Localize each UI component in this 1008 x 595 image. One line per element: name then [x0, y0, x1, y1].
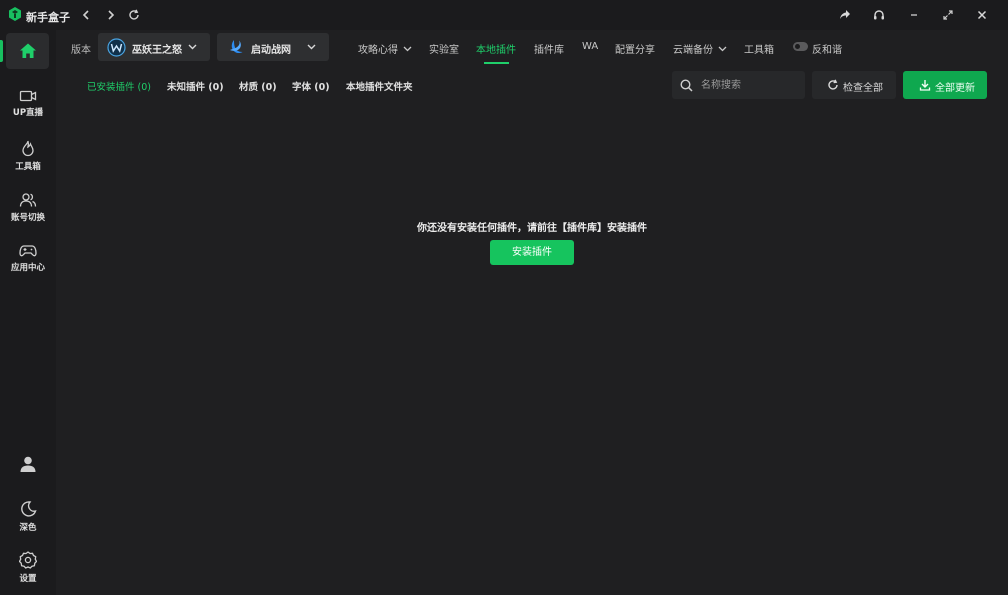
chevron-down-icon	[188, 44, 197, 50]
nav-anti-harmony[interactable]: 反和谐	[812, 41, 842, 56]
launcher-value: 启动战网	[251, 45, 291, 56]
gear-icon	[19, 551, 37, 569]
search-icon	[680, 79, 693, 92]
nav-lab[interactable]: 实验室	[429, 41, 459, 56]
moon-icon	[21, 501, 37, 517]
wow-logo-icon	[107, 38, 126, 57]
check-all-button[interactable]: 检查全部	[812, 71, 896, 99]
chevron-down-icon	[403, 46, 412, 52]
game-version-value: 巫妖王之怒	[132, 45, 182, 56]
search-input[interactable]	[701, 78, 796, 92]
sidebar-item-toolbox[interactable]: 工具箱	[0, 140, 56, 180]
flame-icon	[22, 140, 34, 157]
home-icon	[20, 43, 36, 58]
download-icon	[919, 80, 931, 91]
check-all-label: 检查全部	[843, 83, 883, 94]
users-icon	[19, 193, 37, 207]
subtab-fonts[interactable]: 字体 (0)	[292, 79, 330, 93]
minimize-icon	[911, 14, 917, 16]
app-title: 新手盒子	[26, 11, 70, 24]
support-button[interactable]	[871, 7, 887, 23]
sidebar: UP直播 工具箱 账号切换 应用中心 深色 设置	[0, 30, 56, 595]
sidebar-item-label: 工具箱	[15, 162, 41, 172]
search-box	[672, 71, 805, 99]
maximize-button[interactable]	[940, 7, 956, 23]
nav-plugin-library[interactable]: 插件库	[534, 41, 564, 56]
nav-cloud-backup[interactable]: 云端备份	[673, 41, 727, 56]
refresh-button[interactable]	[126, 7, 142, 23]
close-button[interactable]	[974, 7, 990, 23]
subtab-local-folder[interactable]: 本地插件文件夹	[346, 79, 413, 93]
user-icon	[20, 456, 36, 472]
back-button[interactable]	[78, 7, 94, 23]
title-bar: 新手盒子	[0, 0, 1008, 30]
version-label: 版本	[71, 45, 91, 56]
update-all-label: 全部更新	[935, 83, 975, 94]
sidebar-settings-button[interactable]: 设置	[0, 551, 56, 591]
nav-toolbox[interactable]: 工具箱	[744, 41, 774, 56]
battlenet-icon	[230, 40, 243, 54]
empty-state-message: 你还没有安装任何插件，请前往【插件库】安装插件	[417, 223, 647, 234]
sidebar-item-label: UP直播	[12, 108, 44, 118]
sidebar-item-label: 设置	[19, 574, 37, 584]
game-version-select[interactable]: 巫妖王之怒	[98, 33, 210, 61]
forward-button[interactable]	[103, 7, 119, 23]
expand-icon	[943, 10, 953, 20]
sidebar-theme-toggle[interactable]: 深色	[0, 500, 56, 540]
nav-label: 攻略心得	[358, 45, 398, 56]
chevron-down-icon	[718, 46, 727, 52]
gamepad-icon	[19, 245, 37, 257]
sidebar-item-live[interactable]: UP直播	[0, 89, 56, 129]
subtab-unknown[interactable]: 未知插件 (0)	[167, 79, 224, 93]
close-icon	[977, 10, 987, 20]
share-icon	[840, 10, 850, 19]
chevron-left-icon	[82, 10, 89, 20]
nav-wa[interactable]: WA	[582, 41, 598, 52]
minimize-button[interactable]	[906, 7, 922, 23]
subtab-installed[interactable]: 已安装插件 (0)	[87, 79, 151, 93]
sidebar-item-label: 深色	[19, 523, 37, 533]
refresh-icon	[828, 79, 838, 90]
active-nav-indicator	[484, 62, 509, 64]
install-plugin-button[interactable]: 安装插件	[490, 240, 574, 265]
sidebar-item-app-center[interactable]: 应用中心	[0, 244, 56, 284]
headset-icon	[874, 10, 884, 20]
update-all-button[interactable]: 全部更新	[903, 71, 987, 99]
nav-config-share[interactable]: 配置分享	[615, 41, 655, 56]
refresh-icon	[129, 9, 139, 20]
sidebar-user-button[interactable]	[0, 455, 56, 495]
sidebar-item-label: 账号切换	[10, 213, 45, 223]
sidebar-item-home[interactable]	[0, 33, 49, 69]
chevron-down-icon	[307, 44, 316, 50]
nav-label: 云端备份	[673, 45, 713, 56]
camera-icon	[19, 90, 37, 102]
share-button[interactable]	[837, 7, 853, 23]
anti-harmony-toggle[interactable]	[793, 42, 808, 51]
nav-local-plugins[interactable]: 本地插件	[476, 41, 516, 56]
chevron-right-icon	[108, 10, 115, 20]
subtab-textures[interactable]: 材质 (0)	[239, 79, 277, 93]
app-logo-icon	[9, 7, 21, 21]
sidebar-item-account-switch[interactable]: 账号切换	[0, 192, 56, 232]
nav-guides[interactable]: 攻略心得	[358, 41, 412, 56]
launcher-select[interactable]: 启动战网	[217, 33, 329, 61]
sidebar-item-label: 应用中心	[10, 263, 45, 273]
